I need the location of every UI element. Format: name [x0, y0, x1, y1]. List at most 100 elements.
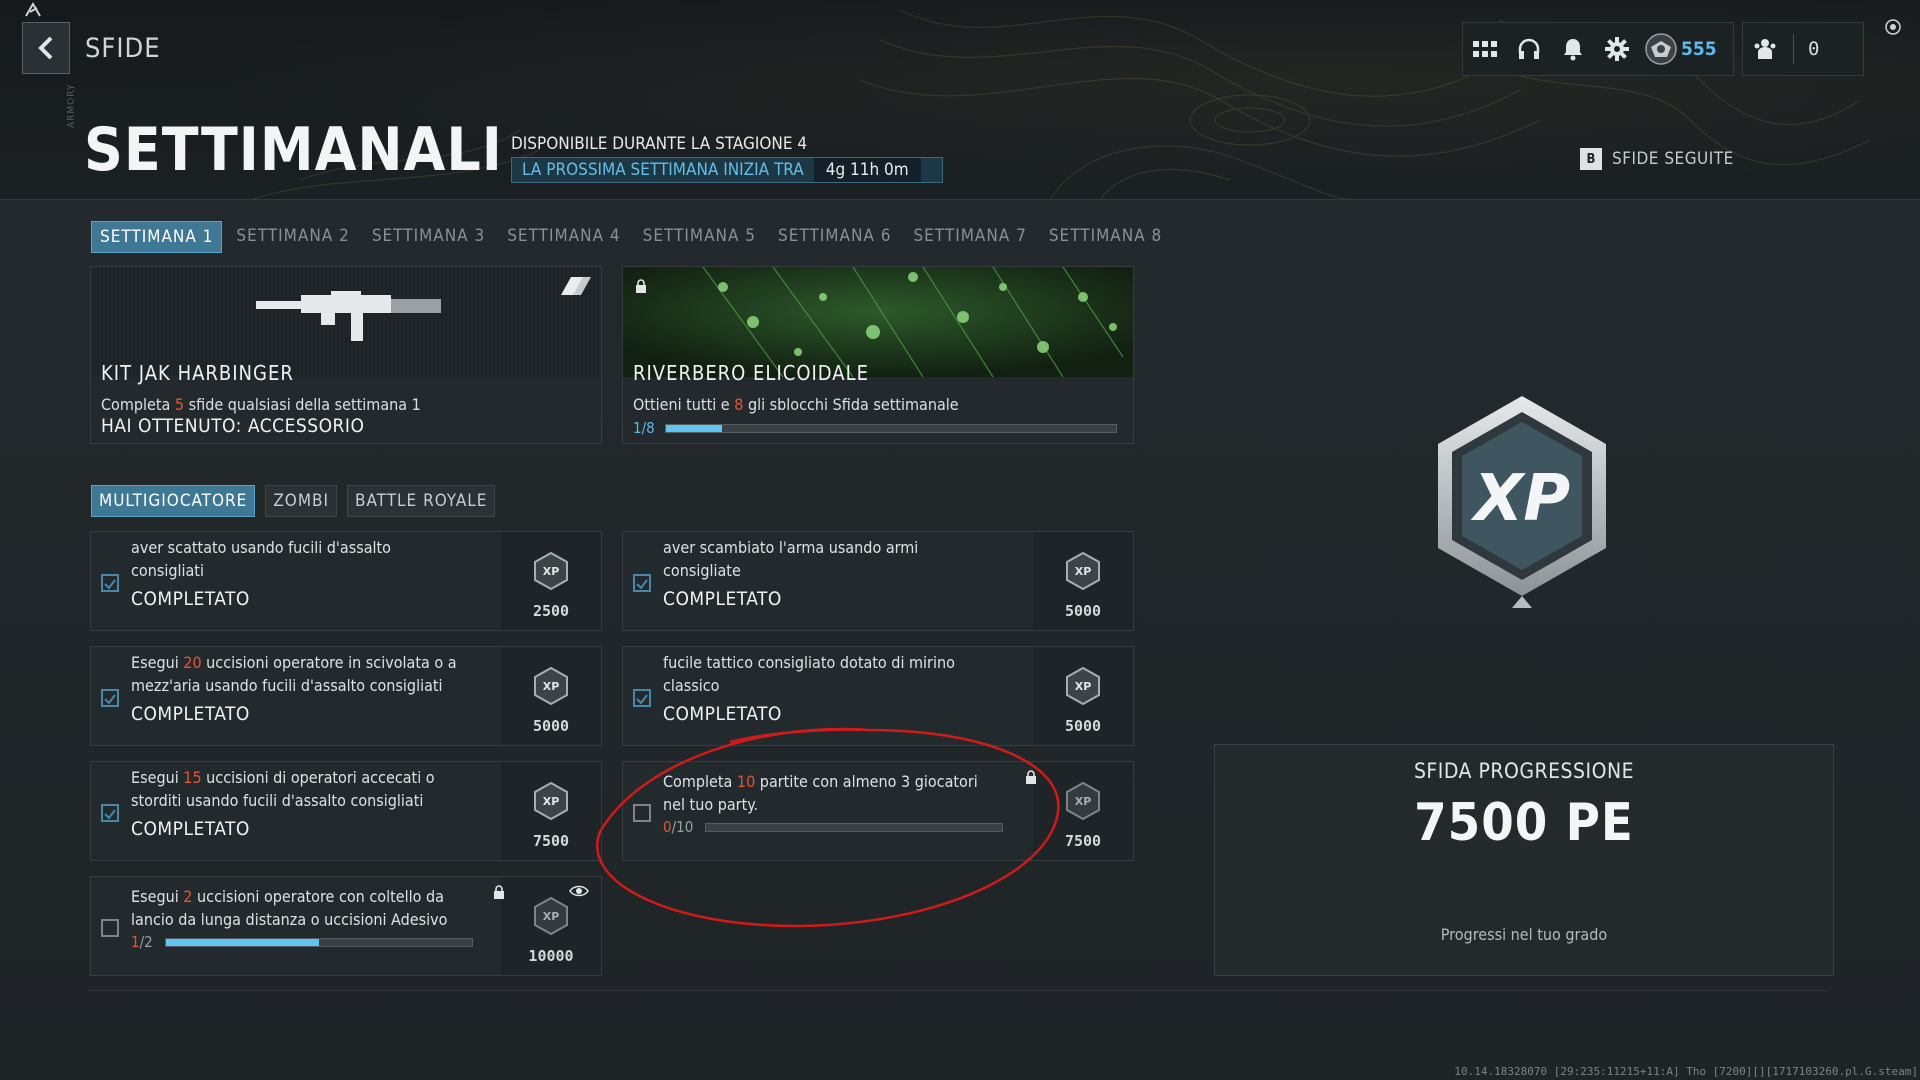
tab-week-4[interactable]: SETTIMANA 4 [499, 221, 628, 251]
toolbar-separator [1793, 34, 1794, 64]
tab-multiplayer[interactable]: MULTIGIOCATORE [91, 485, 256, 517]
reward-progress-text: 1/8 [633, 419, 655, 437]
challenge-text-pre: Esegui [131, 653, 184, 672]
section-title: SETTIMANALI [84, 115, 503, 185]
page-title: SFIDE [85, 33, 161, 64]
lock-icon [636, 279, 646, 293]
challenge-progress-total: /2 [139, 933, 153, 951]
svg-text:XP: XP [1470, 462, 1570, 536]
challenge-card[interactable]: Esegui 15 uccisioni di operatori accecat… [90, 761, 602, 861]
challenge-text: fucile tattico consigliato dotato di mir… [663, 651, 1023, 697]
challenge-text-post: uccisioni operatore con coltello da [192, 887, 444, 906]
headset-icon [1518, 38, 1540, 59]
tab-week-3[interactable]: SETTIMANA 3 [364, 221, 493, 251]
checkmark-icon [104, 579, 116, 590]
reward-description: Completa 5 sfide qualsiasi della settima… [101, 395, 421, 414]
challenge-text-line2: storditi usando fucili d'assalto consigl… [131, 791, 424, 810]
svg-text:XP: XP [1075, 680, 1092, 693]
reward-description: Ottieni tutti e 8 gli sblocchi Sfida set… [633, 395, 959, 414]
xp-icon: XP [1066, 552, 1100, 590]
party-button[interactable] [1507, 23, 1551, 75]
tab-zombies[interactable]: ZOMBI [265, 485, 338, 517]
progression-panel: SFIDA PROGRESSIONE 7500 PE Progressi nel… [1214, 744, 1834, 976]
svg-text:XP: XP [1075, 565, 1092, 578]
challenge-text-post: uccisioni operatore in scivolata o a [201, 653, 457, 672]
settings-button[interactable] [1595, 23, 1639, 75]
challenge-card[interactable]: Esegui 2 uccisioni operatore con coltell… [90, 876, 602, 976]
svg-text:XP: XP [543, 680, 560, 693]
build-info: 10.14.18328070 [29:235:11215+11:A] Tho [… [1454, 1065, 1918, 1078]
tab-week-6[interactable]: SETTIMANA 6 [770, 221, 899, 251]
reward-title: KIT JAK HARBINGER [101, 361, 294, 385]
followed-challenges-button[interactable]: B SFIDE SEGUITE [1580, 148, 1734, 170]
friends-button[interactable] [1743, 23, 1787, 75]
target-icon [1885, 19, 1901, 35]
followed-challenges-label: SFIDE SEGUITE [1612, 149, 1734, 169]
challenge-count: 20 [183, 653, 202, 672]
red-annotation-circle [596, 727, 1060, 928]
recording-icon [25, 2, 41, 17]
reward-title: RIVERBERO ELICOIDALE [633, 361, 869, 385]
challenge-text: aver scattato usando fucili d'assalto co… [131, 536, 491, 582]
challenge-reward: XP 5000 [1033, 532, 1133, 630]
challenge-text-line2: consigliati [131, 561, 204, 580]
xp-icon: XP [534, 552, 568, 590]
xp-icon: XP [534, 897, 568, 935]
challenge-status: COMPLETATO [131, 703, 250, 725]
bell-icon [1564, 39, 1582, 61]
checkmark-icon [636, 694, 648, 705]
challenge-text-line1: Esegui 15 uccisioni di operatori accecat… [131, 766, 491, 789]
vertical-tag: ARMORY [66, 83, 77, 128]
mode-tabs: MULTIGIOCATORE ZOMBI BATTLE ROYALE [91, 485, 496, 517]
challenge-progress-text: 1/2 [131, 933, 153, 951]
tab-battle-royale[interactable]: BATTLE ROYALE [347, 485, 496, 517]
challenge-text: Esegui 20 uccisioni operatore in scivola… [131, 651, 491, 697]
tab-week-1[interactable]: SETTIMANA 1 [91, 221, 223, 253]
reward-card-weapon-kit[interactable]: KIT JAK HARBINGER Completa 5 sfide quals… [90, 266, 602, 444]
challenge-card[interactable]: aver scattato usando fucili d'assalto co… [90, 531, 602, 631]
week-tabs: SETTIMANA 1 SETTIMANA 2 SETTIMANA 3 SETT… [91, 221, 1170, 253]
challenge-checkbox [633, 689, 651, 707]
friends-icon [1754, 39, 1776, 59]
challenge-text-line1: aver scambiato l'arma usando armi [663, 538, 919, 557]
svg-text:XP: XP [543, 910, 560, 923]
reward-description-post: sfide qualsiasi della settimana 1 [184, 395, 421, 414]
challenge-card[interactable]: aver scambiato l'arma usando armi consig… [622, 531, 1134, 631]
tab-week-8[interactable]: SETTIMANA 8 [1041, 221, 1170, 251]
progression-value: 7500 PE [1414, 793, 1634, 853]
tab-week-2[interactable]: SETTIMANA 2 [228, 221, 357, 251]
grid-icon [1473, 41, 1497, 57]
xp-icon: XP [534, 782, 568, 820]
challenge-text: Esegui 15 uccisioni di operatori accecat… [131, 766, 491, 812]
challenge-checkbox [101, 574, 119, 592]
xp-icon: XP [1066, 667, 1100, 705]
gear-icon [1605, 37, 1629, 61]
back-button[interactable] [22, 22, 70, 74]
svg-text:XP: XP [543, 795, 560, 808]
notifications-button[interactable] [1551, 23, 1595, 75]
top-toolbar: 555 [1462, 22, 1734, 76]
social-toolbar: 0 [1742, 22, 1864, 76]
reward-progress: 1/8 [633, 419, 1117, 437]
challenge-text-line2: classico [663, 676, 720, 695]
challenge-text-pre: Esegui [131, 768, 184, 787]
challenge-text: aver scambiato l'arma usando armi consig… [663, 536, 1023, 582]
reward-description-post: gli sblocchi Sfida settimanale [743, 395, 959, 414]
cod-points-display[interactable]: 555 [1645, 33, 1717, 65]
challenge-text-pre: Esegui [131, 887, 184, 906]
progression-label: SFIDA PROGRESSIONE [1413, 759, 1635, 783]
tab-week-5[interactable]: SETTIMANA 5 [635, 221, 764, 251]
challenge-text-line1: fucile tattico consigliato dotato di mir… [663, 653, 955, 672]
tab-week-7[interactable]: SETTIMANA 7 [905, 221, 1034, 251]
menu-grid-button[interactable] [1463, 23, 1507, 75]
challenge-checkbox [101, 919, 119, 937]
challenge-status: COMPLETATO [131, 588, 250, 610]
reward-description-count: 8 [734, 395, 744, 414]
challenge-text-line2: mezz'aria usando fucili d'assalto consig… [131, 676, 443, 695]
svg-text:XP: XP [543, 565, 560, 578]
reward-card-calling-card[interactable]: RIVERBERO ELICOIDALE Ottieni tutti e 8 g… [622, 266, 1134, 444]
challenge-checkbox [633, 574, 651, 592]
challenge-checkbox [101, 804, 119, 822]
footer-divider [88, 990, 1828, 991]
challenge-card[interactable]: Esegui 20 uccisioni operatore in scivola… [90, 646, 602, 746]
